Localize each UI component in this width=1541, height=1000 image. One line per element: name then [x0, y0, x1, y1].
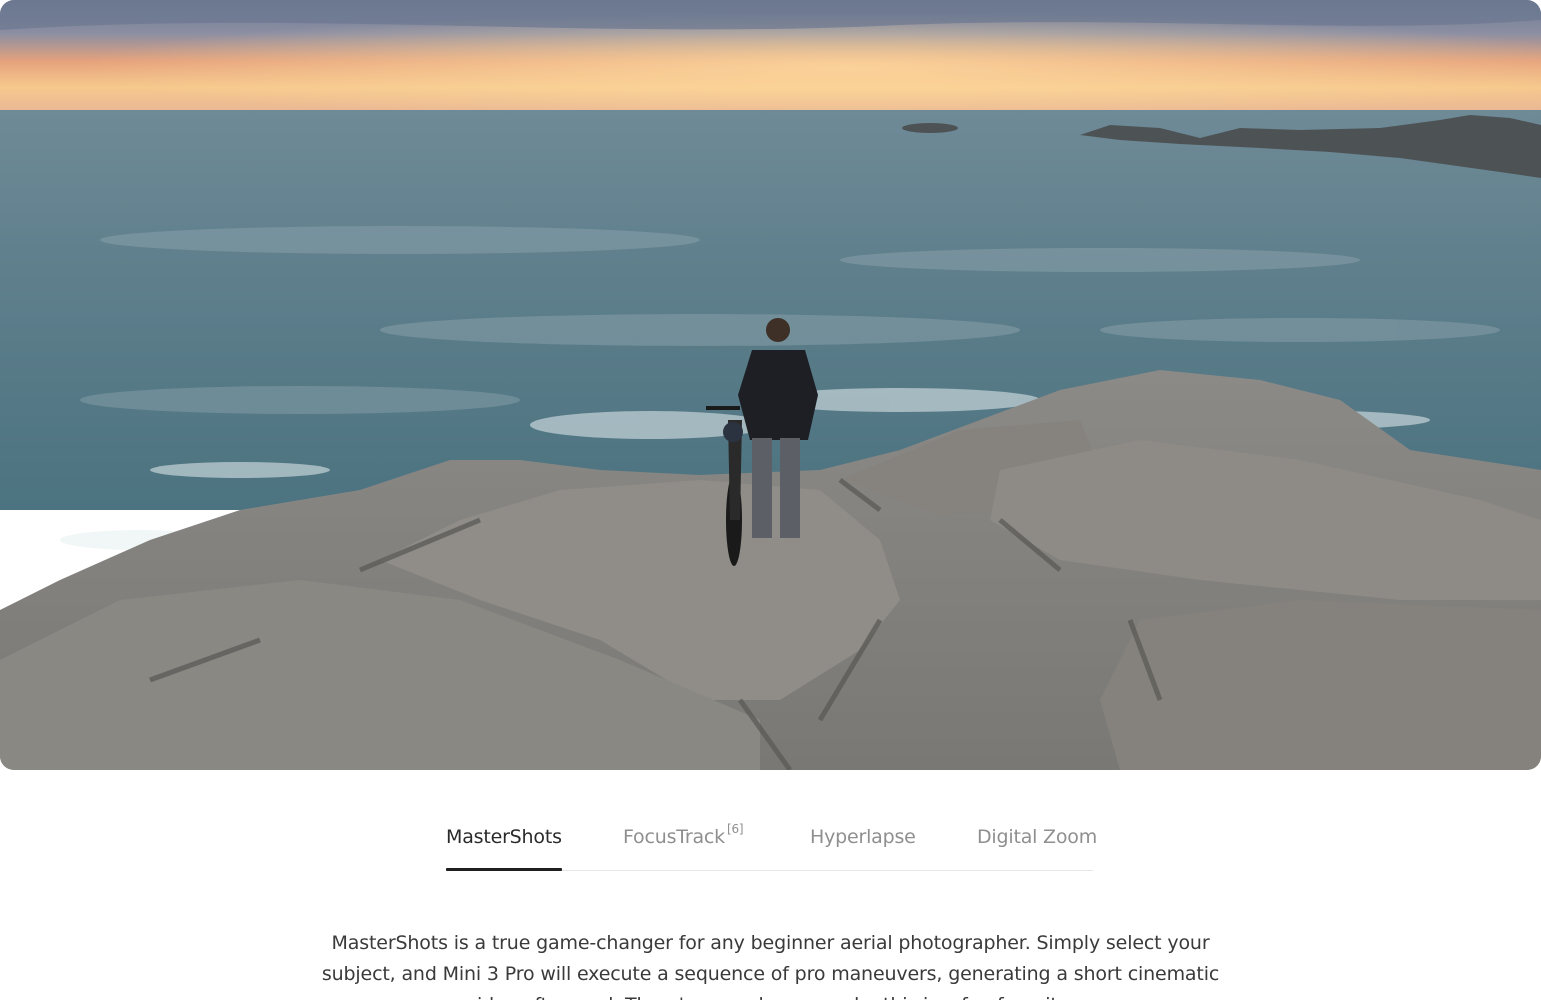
feature-description: MasterShots is a true game-changer for a… [321, 932, 1220, 1000]
tab-label: Hyperlapse [810, 826, 916, 848]
footnote-marker[interactable]: [6] [727, 822, 744, 836]
tab-label: FocusTrack [623, 826, 725, 848]
hero-video-frame[interactable] [0, 0, 1541, 770]
tab-hyperlapse[interactable]: Hyperlapse [810, 826, 916, 869]
tab-label: MasterShots [446, 826, 562, 848]
tab-label: Digital Zoom [977, 826, 1098, 848]
tab-focustrack[interactable]: FocusTrack [6] [623, 822, 744, 869]
feature-tabs: MasterShots FocusTrack [6] Hyperlapse Dig… [446, 820, 1097, 871]
tab-digital-zoom[interactable]: Digital Zoom [977, 826, 1097, 869]
page: MasterShots FocusTrack [6] Hyperlapse Dig… [0, 0, 1541, 1000]
hero-image [0, 0, 1541, 770]
tab-mastershots[interactable]: MasterShots [446, 826, 562, 871]
